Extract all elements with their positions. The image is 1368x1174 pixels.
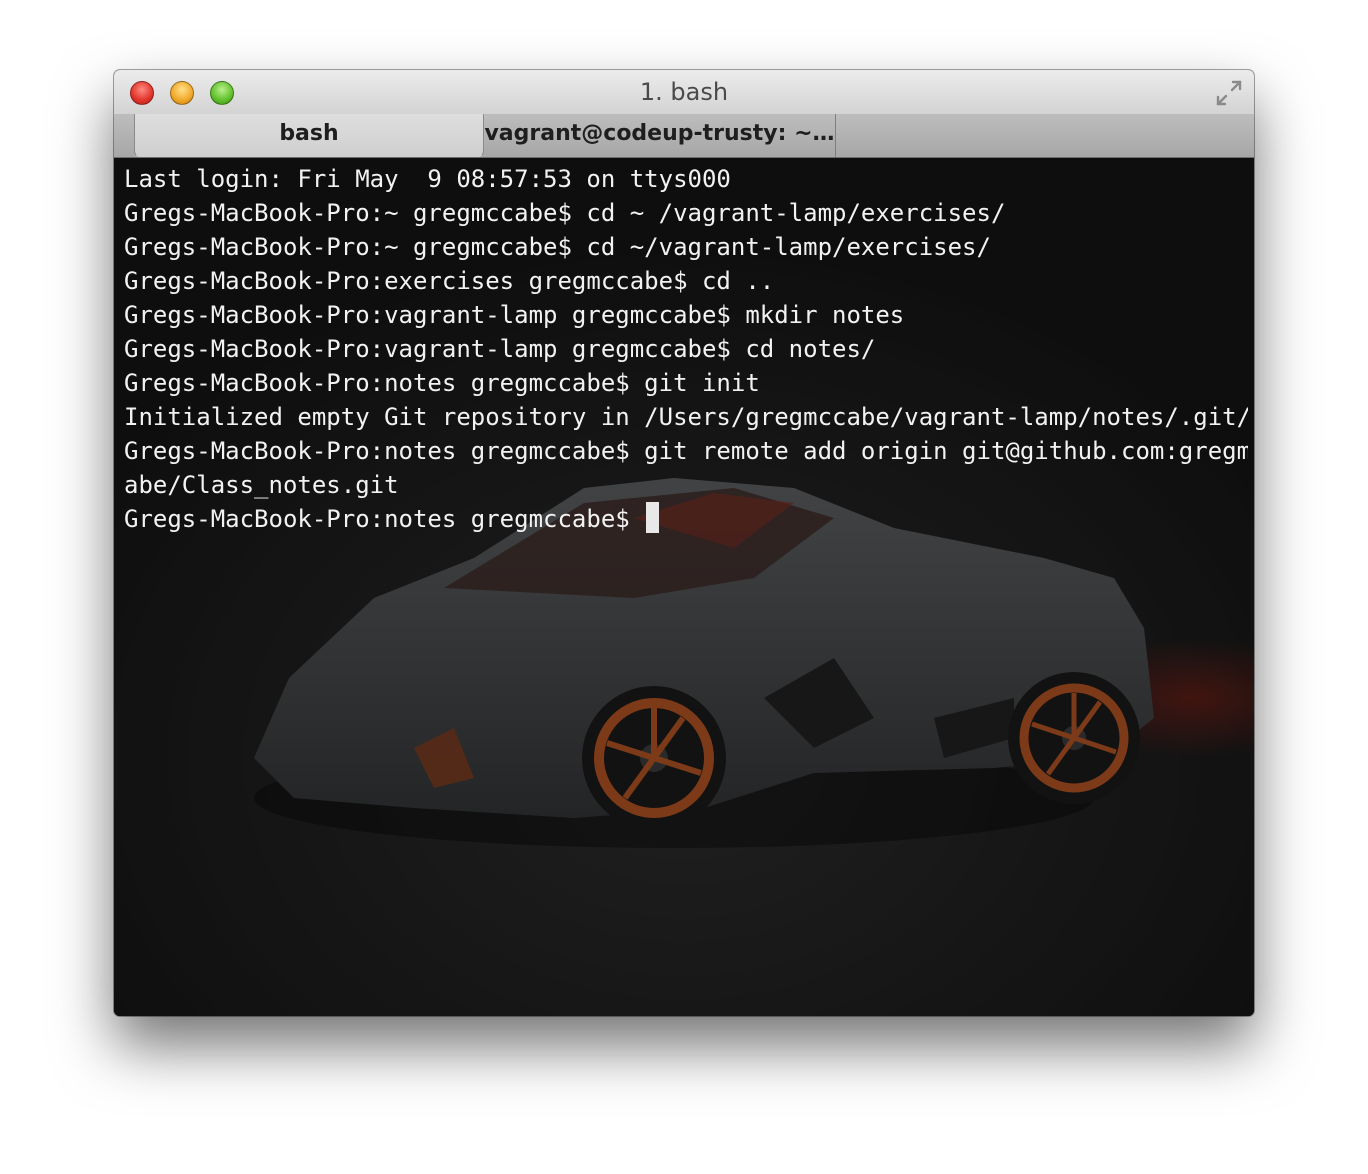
terminal-line: Gregs-MacBook-Pro:vagrant-lamp gregmccab…: [124, 335, 876, 363]
terminal-line: Gregs-MacBook-Pro:notes gregmccabe$ git …: [124, 437, 1248, 465]
window-title: 1. bash: [639, 78, 729, 106]
terminal-line: Gregs-MacBook-Pro:~ gregmccabe$ cd ~ /va…: [124, 199, 1006, 227]
fullscreen-icon[interactable]: [1214, 78, 1244, 108]
terminal-line: Initialized empty Git repository in /Use…: [124, 403, 1248, 431]
title-bar[interactable]: 1. bash: [114, 70, 1254, 114]
prompt-line[interactable]: Gregs-MacBook-Pro:notes gregmccabe$: [124, 502, 1248, 536]
text-cursor: [646, 502, 660, 533]
tab-bash[interactable]: bash: [134, 114, 484, 157]
terminal-line: Gregs-MacBook-Pro:~ gregmccabe$ cd ~/vag…: [124, 233, 991, 261]
terminal-line: Gregs-MacBook-Pro:exercises gregmccabe$ …: [124, 267, 775, 295]
terminal-output[interactable]: Last login: Fri May 9 08:57:53 on ttys00…: [114, 158, 1254, 1016]
terminal-window: 1. bash bash vagrant@codeup-trusty: ~… L…: [114, 70, 1254, 1016]
tab-vagrant-ssh[interactable]: vagrant@codeup-trusty: ~…: [484, 114, 836, 157]
terminal-line: Gregs-MacBook-Pro:notes gregmccabe$ git …: [124, 369, 760, 397]
shell-prompt: Gregs-MacBook-Pro:notes gregmccabe$: [124, 505, 645, 533]
terminal-line: Gregs-MacBook-Pro:vagrant-lamp gregmccab…: [124, 301, 905, 329]
terminal-line: Last login: Fri May 9 08:57:53 on ttys00…: [124, 165, 731, 193]
terminal-text: Last login: Fri May 9 08:57:53 on ttys00…: [124, 162, 1248, 536]
tab-bar: bash vagrant@codeup-trusty: ~…: [114, 114, 1254, 158]
terminal-line: abe/Class_notes.git: [124, 471, 399, 499]
